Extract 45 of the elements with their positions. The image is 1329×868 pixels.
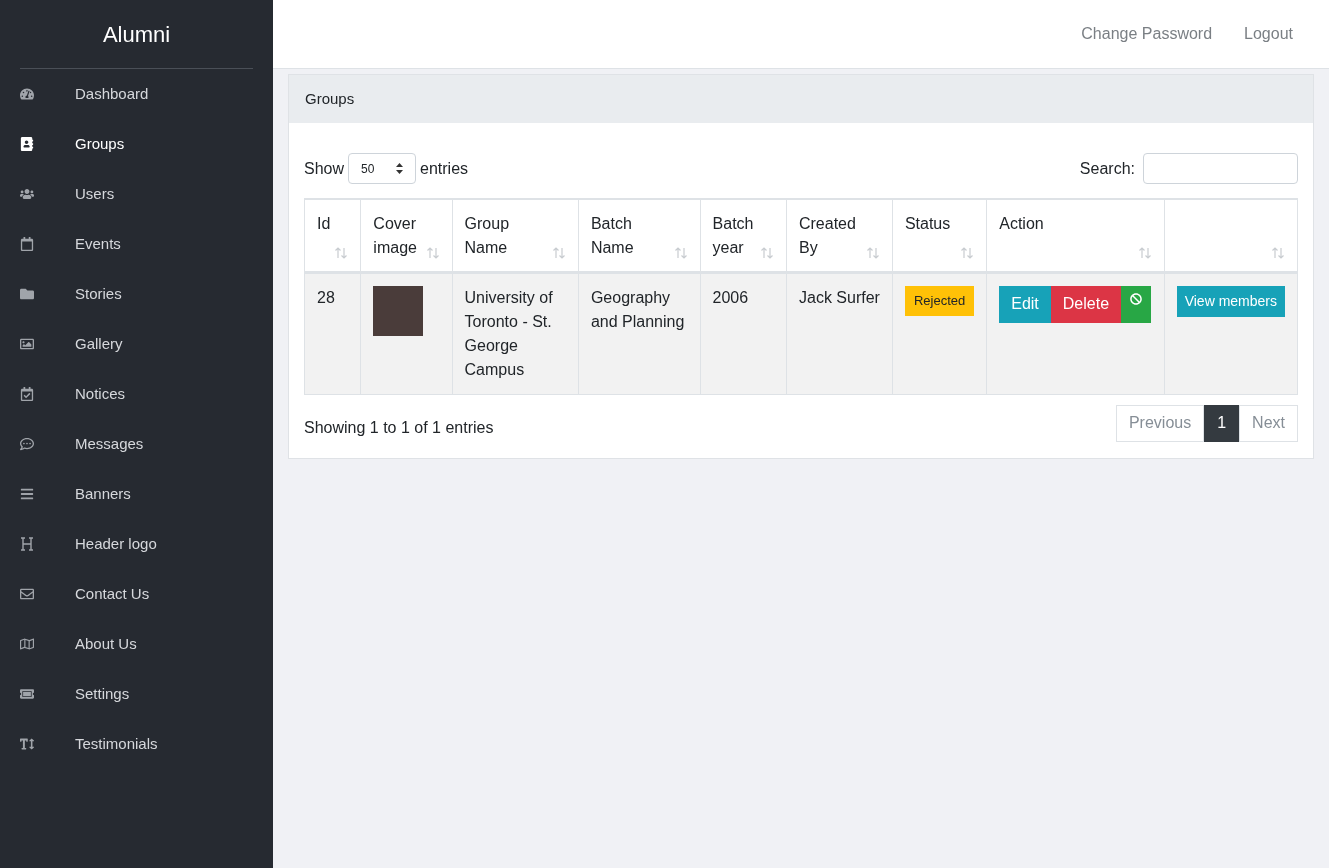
sidebar-item[interactable]: Settings bbox=[0, 669, 273, 719]
pagination-button[interactable]: 1 bbox=[1204, 404, 1240, 442]
sort-icon bbox=[1271, 246, 1285, 259]
table-cell: University of Toronto - St. George Campus bbox=[452, 272, 579, 394]
sidebar-item[interactable]: Dashboard bbox=[0, 69, 273, 119]
sidebar-item[interactable]: Contact Us bbox=[0, 569, 273, 619]
table-cell: Jack Surfer bbox=[786, 272, 893, 394]
sort-icon bbox=[673, 246, 688, 259]
select-caret-icon bbox=[396, 163, 404, 174]
sidebar-item[interactable]: Banners bbox=[0, 469, 273, 519]
sidebar-item[interactable]: Header logo bbox=[0, 519, 273, 569]
sort-icon bbox=[334, 246, 349, 259]
sidebar-item[interactable]: Stories bbox=[0, 269, 273, 319]
sidebar-item[interactable]: Notices bbox=[0, 369, 273, 419]
sidebar-item[interactable]: Testimonials bbox=[0, 719, 273, 769]
sort-icon bbox=[1137, 246, 1152, 259]
ban-icon bbox=[1130, 292, 1143, 305]
block-button[interactable] bbox=[1121, 285, 1152, 323]
sidebar-item[interactable]: About Us bbox=[0, 619, 273, 669]
sidebar-item[interactable]: Users bbox=[0, 169, 273, 219]
show-label: Show bbox=[304, 158, 345, 179]
nav-link[interactable]: Logout bbox=[1244, 22, 1293, 46]
entries-select[interactable]: 50 bbox=[348, 153, 417, 184]
sidebar-item[interactable]: Groups bbox=[0, 119, 273, 169]
search-field[interactable] bbox=[1143, 153, 1298, 184]
nav-link[interactable]: Change Password bbox=[1081, 22, 1213, 46]
card-title: Groups bbox=[305, 88, 355, 109]
sort-icon bbox=[960, 246, 975, 259]
table-cell: 2006 bbox=[700, 272, 787, 394]
app-title: Alumni bbox=[102, 20, 171, 49]
sidebar-item[interactable]: Messages bbox=[0, 419, 273, 469]
sort-icon bbox=[865, 246, 880, 259]
delete-button[interactable]: Delete bbox=[1050, 285, 1122, 323]
sort-icon bbox=[760, 246, 774, 259]
sidebar-item[interactable]: Gallery bbox=[0, 319, 273, 369]
table-cell: Geography and Planning bbox=[578, 272, 701, 394]
photo-placeholder bbox=[373, 285, 424, 336]
table-info: Showing 1 to 1 of 1 entries bbox=[304, 418, 494, 438]
status-badge: Rejected bbox=[904, 285, 975, 316]
sort-icon bbox=[425, 246, 440, 259]
sidebar-item[interactable]: Events bbox=[0, 219, 273, 269]
entries-label: entries bbox=[420, 158, 469, 179]
table-cell: 28 bbox=[304, 272, 361, 394]
search-label: Search: bbox=[1079, 158, 1135, 179]
sort-icon bbox=[551, 246, 566, 259]
